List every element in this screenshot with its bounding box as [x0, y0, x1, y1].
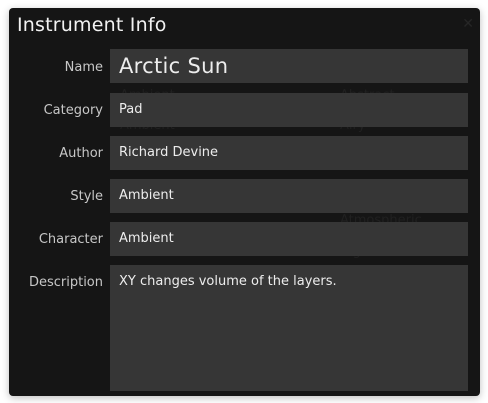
character-row: Character Ambient	[9, 222, 480, 256]
style-label: Style	[70, 189, 103, 204]
author-field[interactable]: Richard Devine	[110, 136, 468, 170]
category-field[interactable]: Pad	[110, 93, 468, 127]
description-label: Description	[28, 275, 103, 290]
character-field[interactable]: Ambient	[110, 222, 468, 256]
description-row: Description XY changes volume of the lay…	[9, 265, 480, 391]
character-label: Character	[38, 232, 103, 247]
category-row: Category Pad	[9, 93, 480, 127]
name-label: Name	[64, 60, 103, 75]
author-label: Author	[59, 146, 103, 161]
author-row: Author Richard Devine	[9, 136, 480, 170]
style-field[interactable]: Ambient	[110, 179, 468, 213]
description-field[interactable]: XY changes volume of the layers.	[110, 265, 468, 391]
bg-close-icon: ✕	[462, 16, 474, 32]
style-row: Style Ambient	[9, 179, 480, 213]
dialog-title: Instrument Info	[17, 14, 167, 36]
name-row: Name Arctic Sun	[9, 49, 480, 83]
instrument-info-dialog: CHARACTER Ambient Ambient Cinematic Clas…	[9, 8, 480, 396]
name-field[interactable]: Arctic Sun	[110, 49, 468, 83]
category-label: Category	[43, 103, 103, 118]
